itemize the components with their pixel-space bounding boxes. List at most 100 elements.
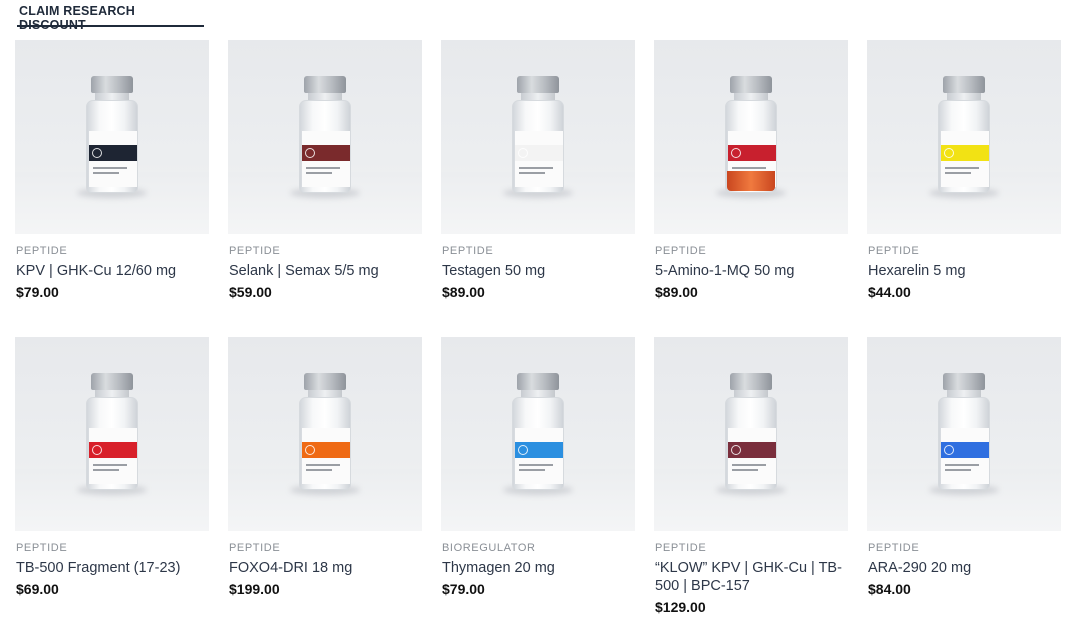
vial-label-band xyxy=(728,442,776,458)
vial-label-band xyxy=(302,145,350,161)
product-category: PEPTIDE xyxy=(16,542,68,554)
product-grid: PEPTIDE KPV | GHK-Cu 12/60 mg $79.00 PEP… xyxy=(15,40,1062,627)
vial-label xyxy=(302,131,350,187)
vial-cap xyxy=(730,373,772,390)
brand-logo-icon xyxy=(305,445,315,455)
vial-label xyxy=(89,428,137,484)
product-image[interactable] xyxy=(441,337,635,531)
vial-cap xyxy=(91,373,133,390)
product-title-link[interactable]: TB-500 Fragment (17-23) xyxy=(16,559,206,577)
product-card[interactable]: BIOREGULATOR Thymagen 20 mg $79.00 xyxy=(441,337,635,627)
brand-logo-icon xyxy=(92,148,102,158)
vial-cap xyxy=(517,76,559,93)
vial-label xyxy=(941,428,989,484)
product-image[interactable] xyxy=(654,40,848,234)
vial-label xyxy=(515,428,563,484)
vial-image xyxy=(725,373,777,491)
product-title-link[interactable]: KPV | GHK-Cu 12/60 mg xyxy=(16,262,206,280)
vial-label xyxy=(941,131,989,187)
product-title-link[interactable]: Thymagen 20 mg xyxy=(442,559,632,577)
vial-cap xyxy=(304,76,346,93)
product-card[interactable]: PEPTIDE Hexarelin 5 mg $44.00 xyxy=(867,40,1061,337)
product-price: $84.00 xyxy=(868,581,911,597)
product-title-link[interactable]: Testagen 50 mg xyxy=(442,262,632,280)
product-category: PEPTIDE xyxy=(442,245,494,257)
vial-cap xyxy=(943,76,985,93)
vial-cap xyxy=(517,373,559,390)
vial-image xyxy=(512,373,564,491)
product-price: $69.00 xyxy=(16,581,59,597)
product-title-link[interactable]: “KLOW” KPV | GHK-Cu | TB-500 | BPC-157 xyxy=(655,559,845,595)
product-price: $199.00 xyxy=(229,581,280,597)
product-card[interactable]: PEPTIDE ARA-290 20 mg $84.00 xyxy=(867,337,1061,627)
brand-logo-icon xyxy=(944,445,954,455)
product-image[interactable] xyxy=(441,40,635,234)
product-price: $79.00 xyxy=(442,581,485,597)
tab-claim-research-discount[interactable]: CLAIM RESEARCH DISCOUNT xyxy=(17,0,204,32)
brand-logo-icon xyxy=(731,148,741,158)
product-image[interactable] xyxy=(867,40,1061,234)
product-card[interactable]: PEPTIDE FOXO4-DRI 18 mg $199.00 xyxy=(228,337,422,627)
vial-image xyxy=(938,76,990,194)
product-image[interactable] xyxy=(15,40,209,234)
product-price: $59.00 xyxy=(229,284,272,300)
product-title-link[interactable]: Hexarelin 5 mg xyxy=(868,262,1058,280)
vial-label-band xyxy=(728,145,776,161)
vial-image xyxy=(299,76,351,194)
vial-label-band xyxy=(941,442,989,458)
vial-label-band xyxy=(515,145,563,161)
product-category: PEPTIDE xyxy=(655,542,707,554)
vial-image xyxy=(512,76,564,194)
brand-logo-icon xyxy=(305,148,315,158)
product-card[interactable]: PEPTIDE Testagen 50 mg $89.00 xyxy=(441,40,635,337)
vial-image xyxy=(86,76,138,194)
vial-label-band xyxy=(941,145,989,161)
brand-logo-icon xyxy=(92,445,102,455)
vial-liquid xyxy=(727,171,775,191)
tab-label: CLAIM RESEARCH DISCOUNT xyxy=(19,4,135,32)
product-category: BIOREGULATOR xyxy=(442,542,536,554)
vial-image xyxy=(86,373,138,491)
product-card[interactable]: PEPTIDE Selank | Semax 5/5 mg $59.00 xyxy=(228,40,422,337)
product-image[interactable] xyxy=(228,40,422,234)
product-card[interactable]: PEPTIDE KPV | GHK-Cu 12/60 mg $79.00 xyxy=(15,40,209,337)
vial-cap xyxy=(730,76,772,93)
product-title-link[interactable]: FOXO4-DRI 18 mg xyxy=(229,559,419,577)
product-category: PEPTIDE xyxy=(868,542,920,554)
product-price: $129.00 xyxy=(655,599,706,615)
product-category: PEPTIDE xyxy=(655,245,707,257)
product-image[interactable] xyxy=(654,337,848,531)
vial-image xyxy=(299,373,351,491)
product-price: $89.00 xyxy=(442,284,485,300)
product-price: $79.00 xyxy=(16,284,59,300)
brand-logo-icon xyxy=(518,148,528,158)
vial-cap xyxy=(943,373,985,390)
vial-label xyxy=(302,428,350,484)
product-image[interactable] xyxy=(228,337,422,531)
vial-cap xyxy=(91,76,133,93)
product-image[interactable] xyxy=(867,337,1061,531)
brand-logo-icon xyxy=(944,148,954,158)
product-title-link[interactable]: Selank | Semax 5/5 mg xyxy=(229,262,419,280)
product-title-link[interactable]: ARA-290 20 mg xyxy=(868,559,1058,577)
vial-cap xyxy=(304,373,346,390)
product-card[interactable]: PEPTIDE TB-500 Fragment (17-23) $69.00 xyxy=(15,337,209,627)
product-category: PEPTIDE xyxy=(229,245,281,257)
product-card[interactable]: PEPTIDE “KLOW” KPV | GHK-Cu | TB-500 | B… xyxy=(654,337,848,627)
vial-image xyxy=(725,76,777,194)
product-category: PEPTIDE xyxy=(229,542,281,554)
vial-image xyxy=(938,373,990,491)
vial-label xyxy=(89,131,137,187)
vial-label-band xyxy=(89,442,137,458)
product-card[interactable]: PEPTIDE 5-Amino-1-MQ 50 mg $89.00 xyxy=(654,40,848,337)
product-category: PEPTIDE xyxy=(868,245,920,257)
brand-logo-icon xyxy=(518,445,528,455)
vial-label-band xyxy=(515,442,563,458)
product-title-link[interactable]: 5-Amino-1-MQ 50 mg xyxy=(655,262,845,280)
vial-label xyxy=(728,428,776,484)
product-category: PEPTIDE xyxy=(16,245,68,257)
brand-logo-icon xyxy=(731,445,741,455)
product-price: $89.00 xyxy=(655,284,698,300)
product-image[interactable] xyxy=(15,337,209,531)
product-price: $44.00 xyxy=(868,284,911,300)
